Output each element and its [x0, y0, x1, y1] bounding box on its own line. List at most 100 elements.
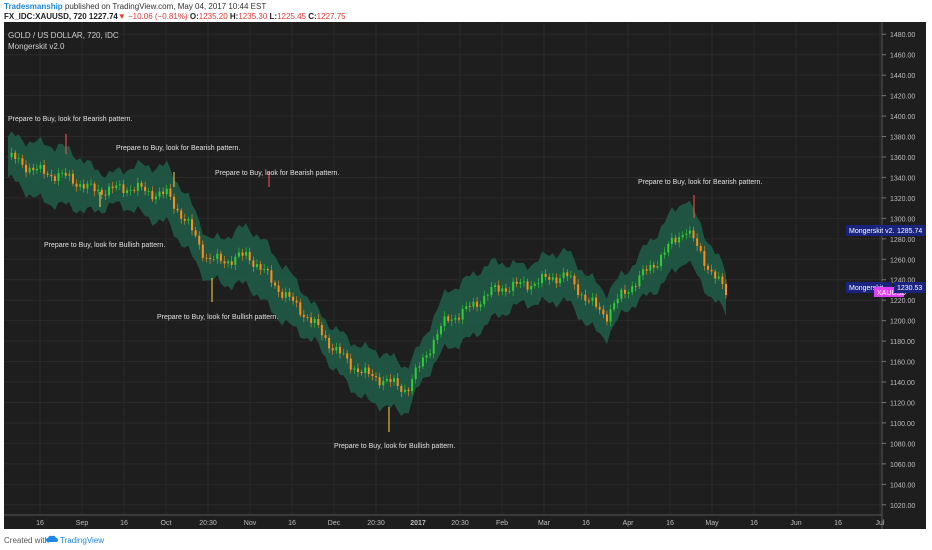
candle-body	[349, 358, 352, 370]
candle-body	[61, 172, 64, 174]
footer: Created with TradingView	[0, 531, 932, 550]
candle-body	[295, 300, 298, 303]
candle-body	[212, 259, 215, 260]
candle-body	[699, 245, 702, 251]
candle-body	[501, 288, 504, 292]
candle-body	[490, 287, 493, 296]
candle-body	[678, 237, 681, 243]
candle-body	[292, 296, 295, 301]
candle-body	[414, 367, 417, 380]
author-link[interactable]: Tradesmanship	[4, 2, 63, 11]
candle-body	[302, 314, 305, 318]
candle-body	[216, 253, 219, 260]
price-tick-label: 1100.00	[890, 421, 915, 428]
candle-body	[461, 308, 464, 320]
price-tick-label: 1060.00	[890, 462, 915, 469]
candle-body	[559, 278, 562, 284]
candle-body	[28, 167, 31, 173]
time-tick-label: 20:30	[367, 520, 385, 527]
candle-body	[111, 186, 114, 189]
candle-body	[540, 274, 543, 284]
price-tick-label: 1340.00	[890, 175, 915, 182]
created-with: Created with	[4, 536, 49, 545]
candle-body	[126, 190, 129, 194]
candle-body	[79, 184, 82, 187]
candle-body	[133, 189, 136, 191]
candle-body	[172, 196, 175, 209]
signal-annotation: Prepare to Buy, look for Bullish pattern…	[334, 443, 455, 450]
candle-body	[93, 183, 96, 192]
candle-body	[50, 174, 53, 177]
price-tick-label: 1020.00	[890, 503, 915, 510]
candle-body	[418, 366, 421, 368]
price-tick-label: 1440.00	[890, 73, 915, 80]
candle-body	[526, 281, 529, 290]
time-tick-label: Mar	[538, 520, 551, 527]
candle-body	[468, 306, 471, 307]
candle-body	[248, 251, 251, 261]
candle-body	[364, 367, 367, 374]
candle-body	[674, 237, 677, 243]
candle-body	[86, 183, 89, 189]
candle-body	[64, 172, 67, 176]
candle-body	[717, 276, 720, 279]
candle-body	[237, 252, 240, 257]
close-label: C:	[308, 12, 317, 21]
candle-body	[634, 286, 637, 288]
candle-body	[375, 376, 378, 378]
price-tick-label: 1400.00	[890, 114, 915, 121]
candle-body	[194, 230, 197, 236]
price-value: 1230.53	[897, 285, 922, 292]
time-axis[interactable]: 16 Sep 16 Oct 20:30 Nov 16 Dec 20:30 2017 20:30 Feb…	[36, 520, 885, 527]
candle-body	[595, 297, 598, 307]
chart-area[interactable]: Prepare to Buy, look for Bearish pattern…	[4, 22, 926, 529]
candle-body	[263, 268, 266, 270]
candle-body	[642, 269, 645, 276]
candle-body	[108, 186, 111, 196]
candle-body	[613, 303, 616, 310]
published-text: published on TradingView.com, May 04, 20…	[62, 2, 267, 11]
candle-body	[400, 385, 403, 392]
candle-body	[623, 289, 626, 294]
candle-body	[465, 306, 468, 309]
candle-body	[378, 377, 381, 386]
time-tick-label: Oct	[161, 520, 172, 527]
time-tick-label: 2017	[410, 520, 426, 527]
candle-body	[53, 176, 56, 182]
candle-body	[353, 368, 356, 370]
candle-body	[154, 196, 157, 200]
candle-body	[573, 275, 576, 285]
candle-body	[288, 292, 291, 297]
candle-body	[180, 210, 183, 219]
tradingview-brand[interactable]: TradingView	[60, 536, 104, 545]
candle-body	[631, 286, 634, 293]
open-value: 1235.20	[198, 12, 228, 21]
candle-body	[371, 374, 374, 377]
price-tick-label: 1300.00	[890, 216, 915, 223]
candle-body	[118, 184, 121, 186]
candle-body	[696, 238, 699, 246]
candle-body	[129, 189, 132, 191]
candle-body	[104, 194, 107, 196]
candle-body	[692, 230, 695, 239]
candle-body	[706, 265, 709, 270]
candle-body	[144, 186, 147, 192]
candle-body	[472, 301, 475, 307]
candle-body	[627, 292, 630, 294]
low-value: 1225.45	[277, 12, 306, 21]
candle-body	[443, 316, 446, 327]
candle-body	[241, 252, 244, 256]
candle-body	[548, 276, 551, 280]
price-axis[interactable]: 1480.00 1460.00 1440.00 1420.00 1400.00 1380.…	[882, 32, 915, 510]
candle-body	[310, 317, 313, 323]
candle-body	[522, 281, 525, 283]
candle-body	[158, 191, 161, 197]
candle-body	[82, 184, 85, 189]
signal-annotation: Prepare to Buy, look for Bearish pattern…	[638, 179, 762, 186]
candle-body	[176, 208, 179, 211]
price-chart[interactable]: Prepare to Buy, look for Bearish pattern…	[4, 22, 926, 529]
candle-body	[432, 339, 435, 354]
candle-body	[245, 251, 248, 256]
candle-body	[429, 353, 432, 356]
candle-body	[458, 317, 461, 320]
